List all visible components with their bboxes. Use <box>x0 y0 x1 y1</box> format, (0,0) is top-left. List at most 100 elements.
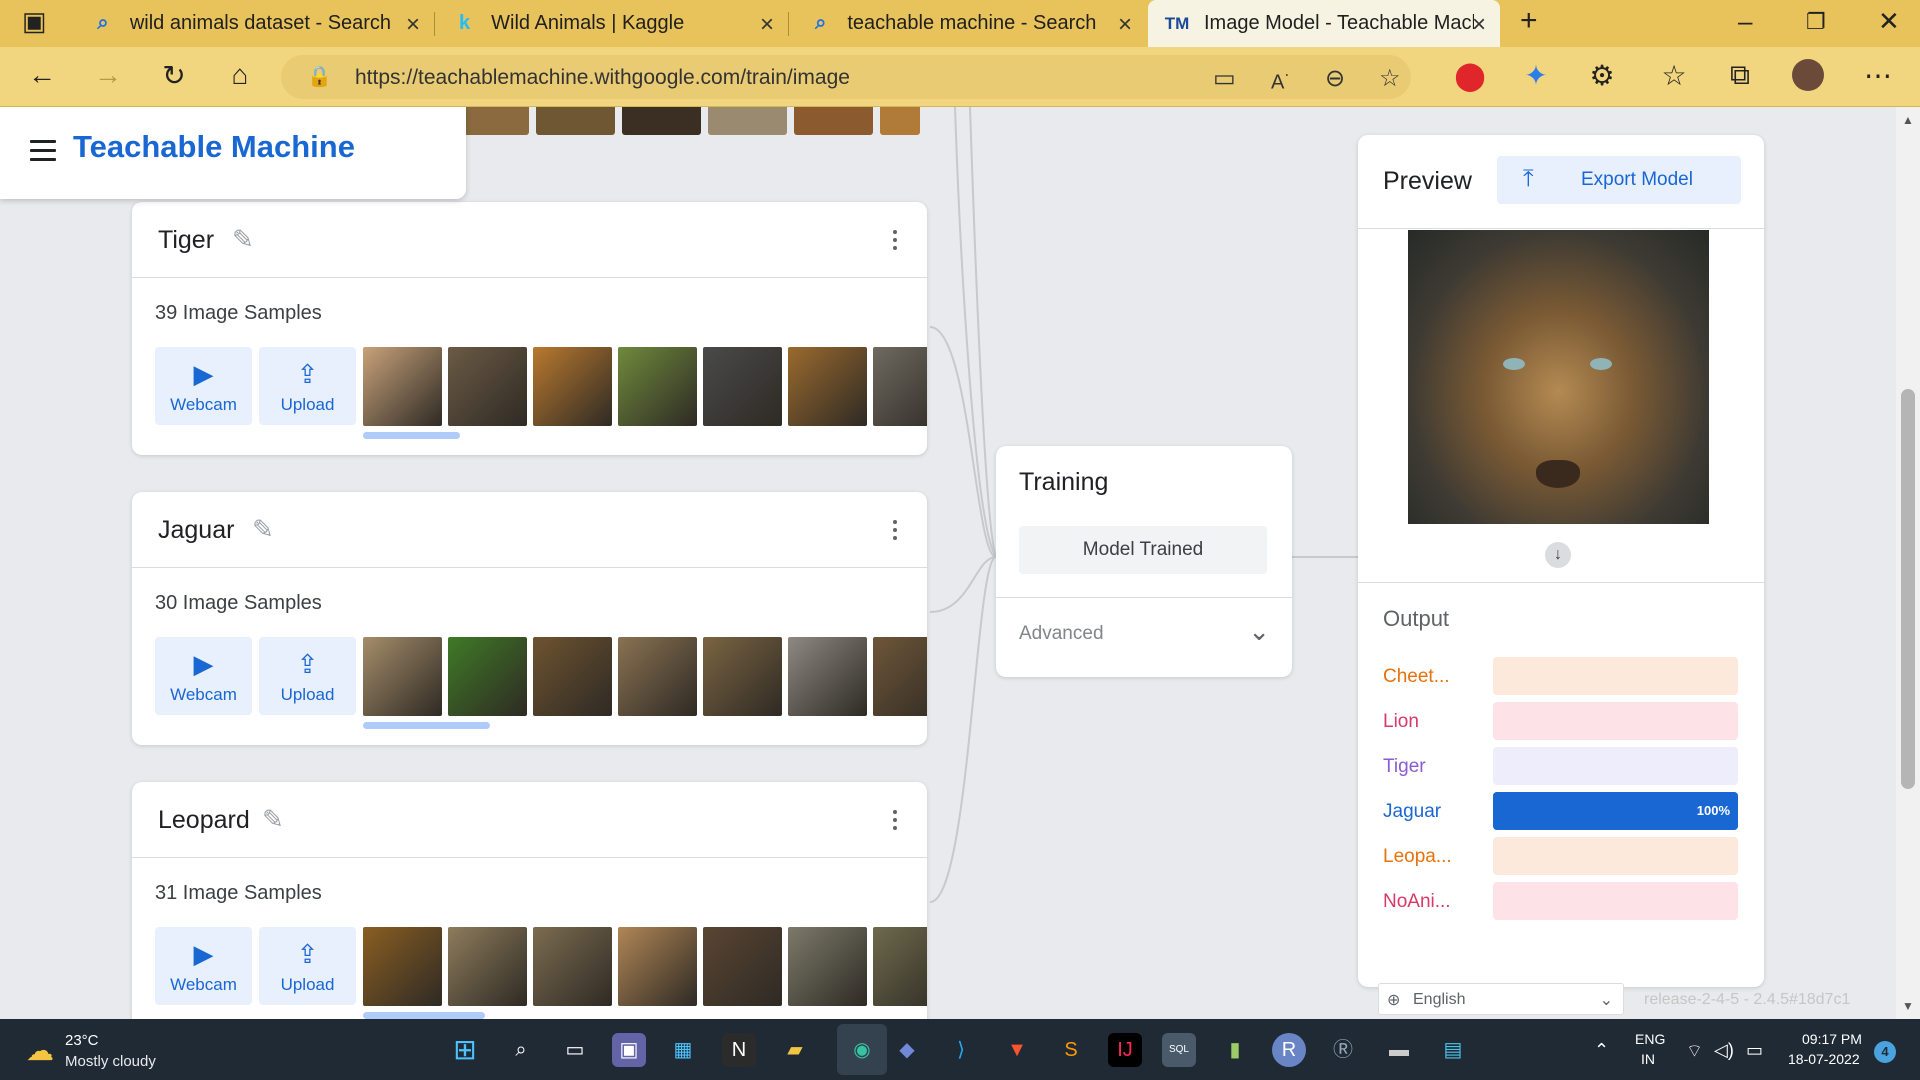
url-field[interactable]: 🔒 https://teachablemachine.withgoogle.co… <box>281 55 1411 99</box>
minimize-icon[interactable]: – <box>1738 6 1752 37</box>
lock-icon[interactable]: 🔒 <box>307 64 332 89</box>
battery-icon[interactable]: ▭ <box>1746 1040 1763 1061</box>
more-icon[interactable]: ⋯ <box>1858 59 1898 92</box>
language-select[interactable]: ⊕ English ⌄ <box>1378 983 1624 1015</box>
menu-icon[interactable] <box>30 140 56 167</box>
sublime-icon[interactable]: S <box>1054 1033 1088 1067</box>
sample-thumbnail[interactable] <box>363 637 442 716</box>
video-icon[interactable]: ▭ <box>1213 64 1236 93</box>
refresh-icon[interactable]: ↻ <box>154 59 194 92</box>
home-icon[interactable]: ⌂ <box>220 59 260 91</box>
thumbnail-scrollbar[interactable] <box>363 432 460 439</box>
read-aloud-icon[interactable]: Aᐧ <box>1271 66 1289 95</box>
new-tab-icon[interactable]: + <box>1520 4 1538 38</box>
teams-icon[interactable]: ▣ <box>612 1033 646 1067</box>
chevron-down-icon[interactable]: ⌄ <box>1248 616 1270 647</box>
class-name[interactable]: Jaguar <box>158 516 234 545</box>
tab-wild-animals-search[interactable]: ⌕ wild animals dataset - Search × <box>74 0 434 47</box>
favorites-icon[interactable]: ☆ <box>1654 59 1694 92</box>
sample-thumbnail[interactable] <box>533 347 612 426</box>
close-icon[interactable]: × <box>1472 11 1486 39</box>
sample-thumbnail[interactable] <box>788 927 867 1006</box>
brave-icon[interactable]: ▼ <box>1000 1033 1034 1067</box>
clock-date[interactable]: 18-07-2022 <box>1788 1051 1860 1067</box>
sample-thumbnail[interactable] <box>788 347 867 426</box>
r-icon[interactable]: R <box>1272 1033 1306 1067</box>
zoom-out-icon[interactable]: ⊖ <box>1325 64 1345 93</box>
terminal-icon[interactable]: ▬ <box>1382 1033 1416 1067</box>
sample-thumbnail[interactable] <box>618 347 697 426</box>
sample-thumbnail[interactable] <box>618 927 697 1006</box>
back-icon[interactable]: ← <box>22 59 62 91</box>
notion-icon[interactable]: N <box>722 1033 756 1067</box>
extensions-icon[interactable]: ⚙ <box>1582 59 1622 92</box>
search-icon[interactable]: ⌕ <box>504 1033 538 1067</box>
chevron-up-icon[interactable]: ⌃ <box>1594 1040 1609 1061</box>
notepad-icon[interactable]: ▮ <box>1218 1033 1252 1067</box>
tab-image-model[interactable]: TM Image Model - Teachable Machine × <box>1148 0 1500 47</box>
more-options-icon[interactable] <box>893 230 897 254</box>
start-icon[interactable]: ⊞ <box>448 1033 482 1067</box>
upload-button[interactable]: ⇪ Upload <box>259 927 356 1005</box>
advanced-toggle[interactable]: Advanced <box>1019 623 1104 645</box>
forward-icon[interactable]: → <box>88 59 128 91</box>
scroll-up-icon[interactable]: ▲ <box>1902 113 1914 127</box>
opera-extension-icon[interactable]: ⬤ <box>1450 59 1490 92</box>
tab-kaggle[interactable]: k Wild Animals | Kaggle × <box>436 0 788 47</box>
close-icon[interactable]: × <box>406 11 420 39</box>
sample-thumbnail[interactable] <box>703 637 782 716</box>
webcam-button[interactable]: ▶ Webcam <box>155 637 252 715</box>
extension-app-icon[interactable]: ✦ <box>1516 59 1556 92</box>
class-name[interactable]: Tiger <box>158 226 214 255</box>
notepad-app-icon[interactable]: ▤ <box>1436 1033 1470 1067</box>
intellij-icon[interactable]: IJ <box>1108 1033 1142 1067</box>
sample-thumbnail[interactable] <box>873 927 927 1006</box>
edit-icon[interactable]: ✎ <box>232 224 254 255</box>
task-view-icon[interactable]: ▭ <box>558 1033 592 1067</box>
close-icon[interactable]: × <box>760 11 774 39</box>
train-model-button[interactable]: Model Trained <box>1019 526 1267 574</box>
discord-icon[interactable]: ◆ <box>890 1033 924 1067</box>
sample-thumbnail[interactable] <box>533 637 612 716</box>
sample-thumbnail[interactable] <box>448 927 527 1006</box>
rstudio-icon[interactable]: Ⓡ <box>1326 1033 1360 1067</box>
notification-badge[interactable]: 4 <box>1874 1041 1896 1063</box>
input-language[interactable]: ENG <box>1635 1031 1665 1047</box>
wifi-icon[interactable]: ⌔ <box>1686 1040 1703 1063</box>
more-options-icon[interactable] <box>893 810 897 834</box>
upload-button[interactable]: ⇪ Upload <box>259 637 356 715</box>
more-options-icon[interactable] <box>893 520 897 544</box>
collections-icon[interactable]: ⧉ <box>1720 59 1760 92</box>
window-close-icon[interactable]: ✕ <box>1878 6 1900 37</box>
sample-thumbnail[interactable] <box>618 637 697 716</box>
sample-thumbnail[interactable] <box>788 637 867 716</box>
sample-thumbnail[interactable] <box>703 927 782 1006</box>
thumbnail-scrollbar[interactable] <box>363 1012 485 1019</box>
export-model-button[interactable]: ⤒ Export Model <box>1497 156 1741 204</box>
edit-icon[interactable]: ✎ <box>262 804 284 835</box>
edge-icon[interactable]: ◉ <box>845 1033 879 1067</box>
edit-icon[interactable]: ✎ <box>252 514 274 545</box>
volume-icon[interactable]: ◁) <box>1714 1040 1734 1061</box>
sample-thumbnail[interactable] <box>873 637 927 716</box>
store-icon[interactable]: ▦ <box>666 1033 700 1067</box>
webcam-button[interactable]: ▶ Webcam <box>155 927 252 1005</box>
sample-thumbnail[interactable] <box>533 927 612 1006</box>
scroll-down-icon[interactable]: ▼ <box>1902 999 1914 1013</box>
restore-icon[interactable]: ❐ <box>1806 9 1826 35</box>
app-icon[interactable]: SQL <box>1162 1033 1196 1067</box>
file-explorer-icon[interactable]: ▰ <box>778 1033 812 1067</box>
sample-thumbnail[interactable] <box>873 347 927 426</box>
weather-icon[interactable]: ☁ <box>26 1034 54 1067</box>
add-favorite-icon[interactable]: ☆ <box>1379 64 1401 93</box>
sample-thumbnail[interactable] <box>703 347 782 426</box>
tab-actions-icon[interactable]: ▣ <box>22 6 47 37</box>
clock-time[interactable]: 09:17 PM <box>1802 1031 1862 1047</box>
profile-avatar[interactable] <box>1788 59 1828 98</box>
tab-teachable-machine-search[interactable]: ⌕ teachable machine - Search × <box>792 0 1146 47</box>
sample-thumbnail[interactable] <box>448 347 527 426</box>
sample-thumbnail[interactable] <box>363 347 442 426</box>
close-icon[interactable]: × <box>1118 11 1132 39</box>
webcam-button[interactable]: ▶ Webcam <box>155 347 252 425</box>
sample-thumbnail[interactable] <box>448 637 527 716</box>
